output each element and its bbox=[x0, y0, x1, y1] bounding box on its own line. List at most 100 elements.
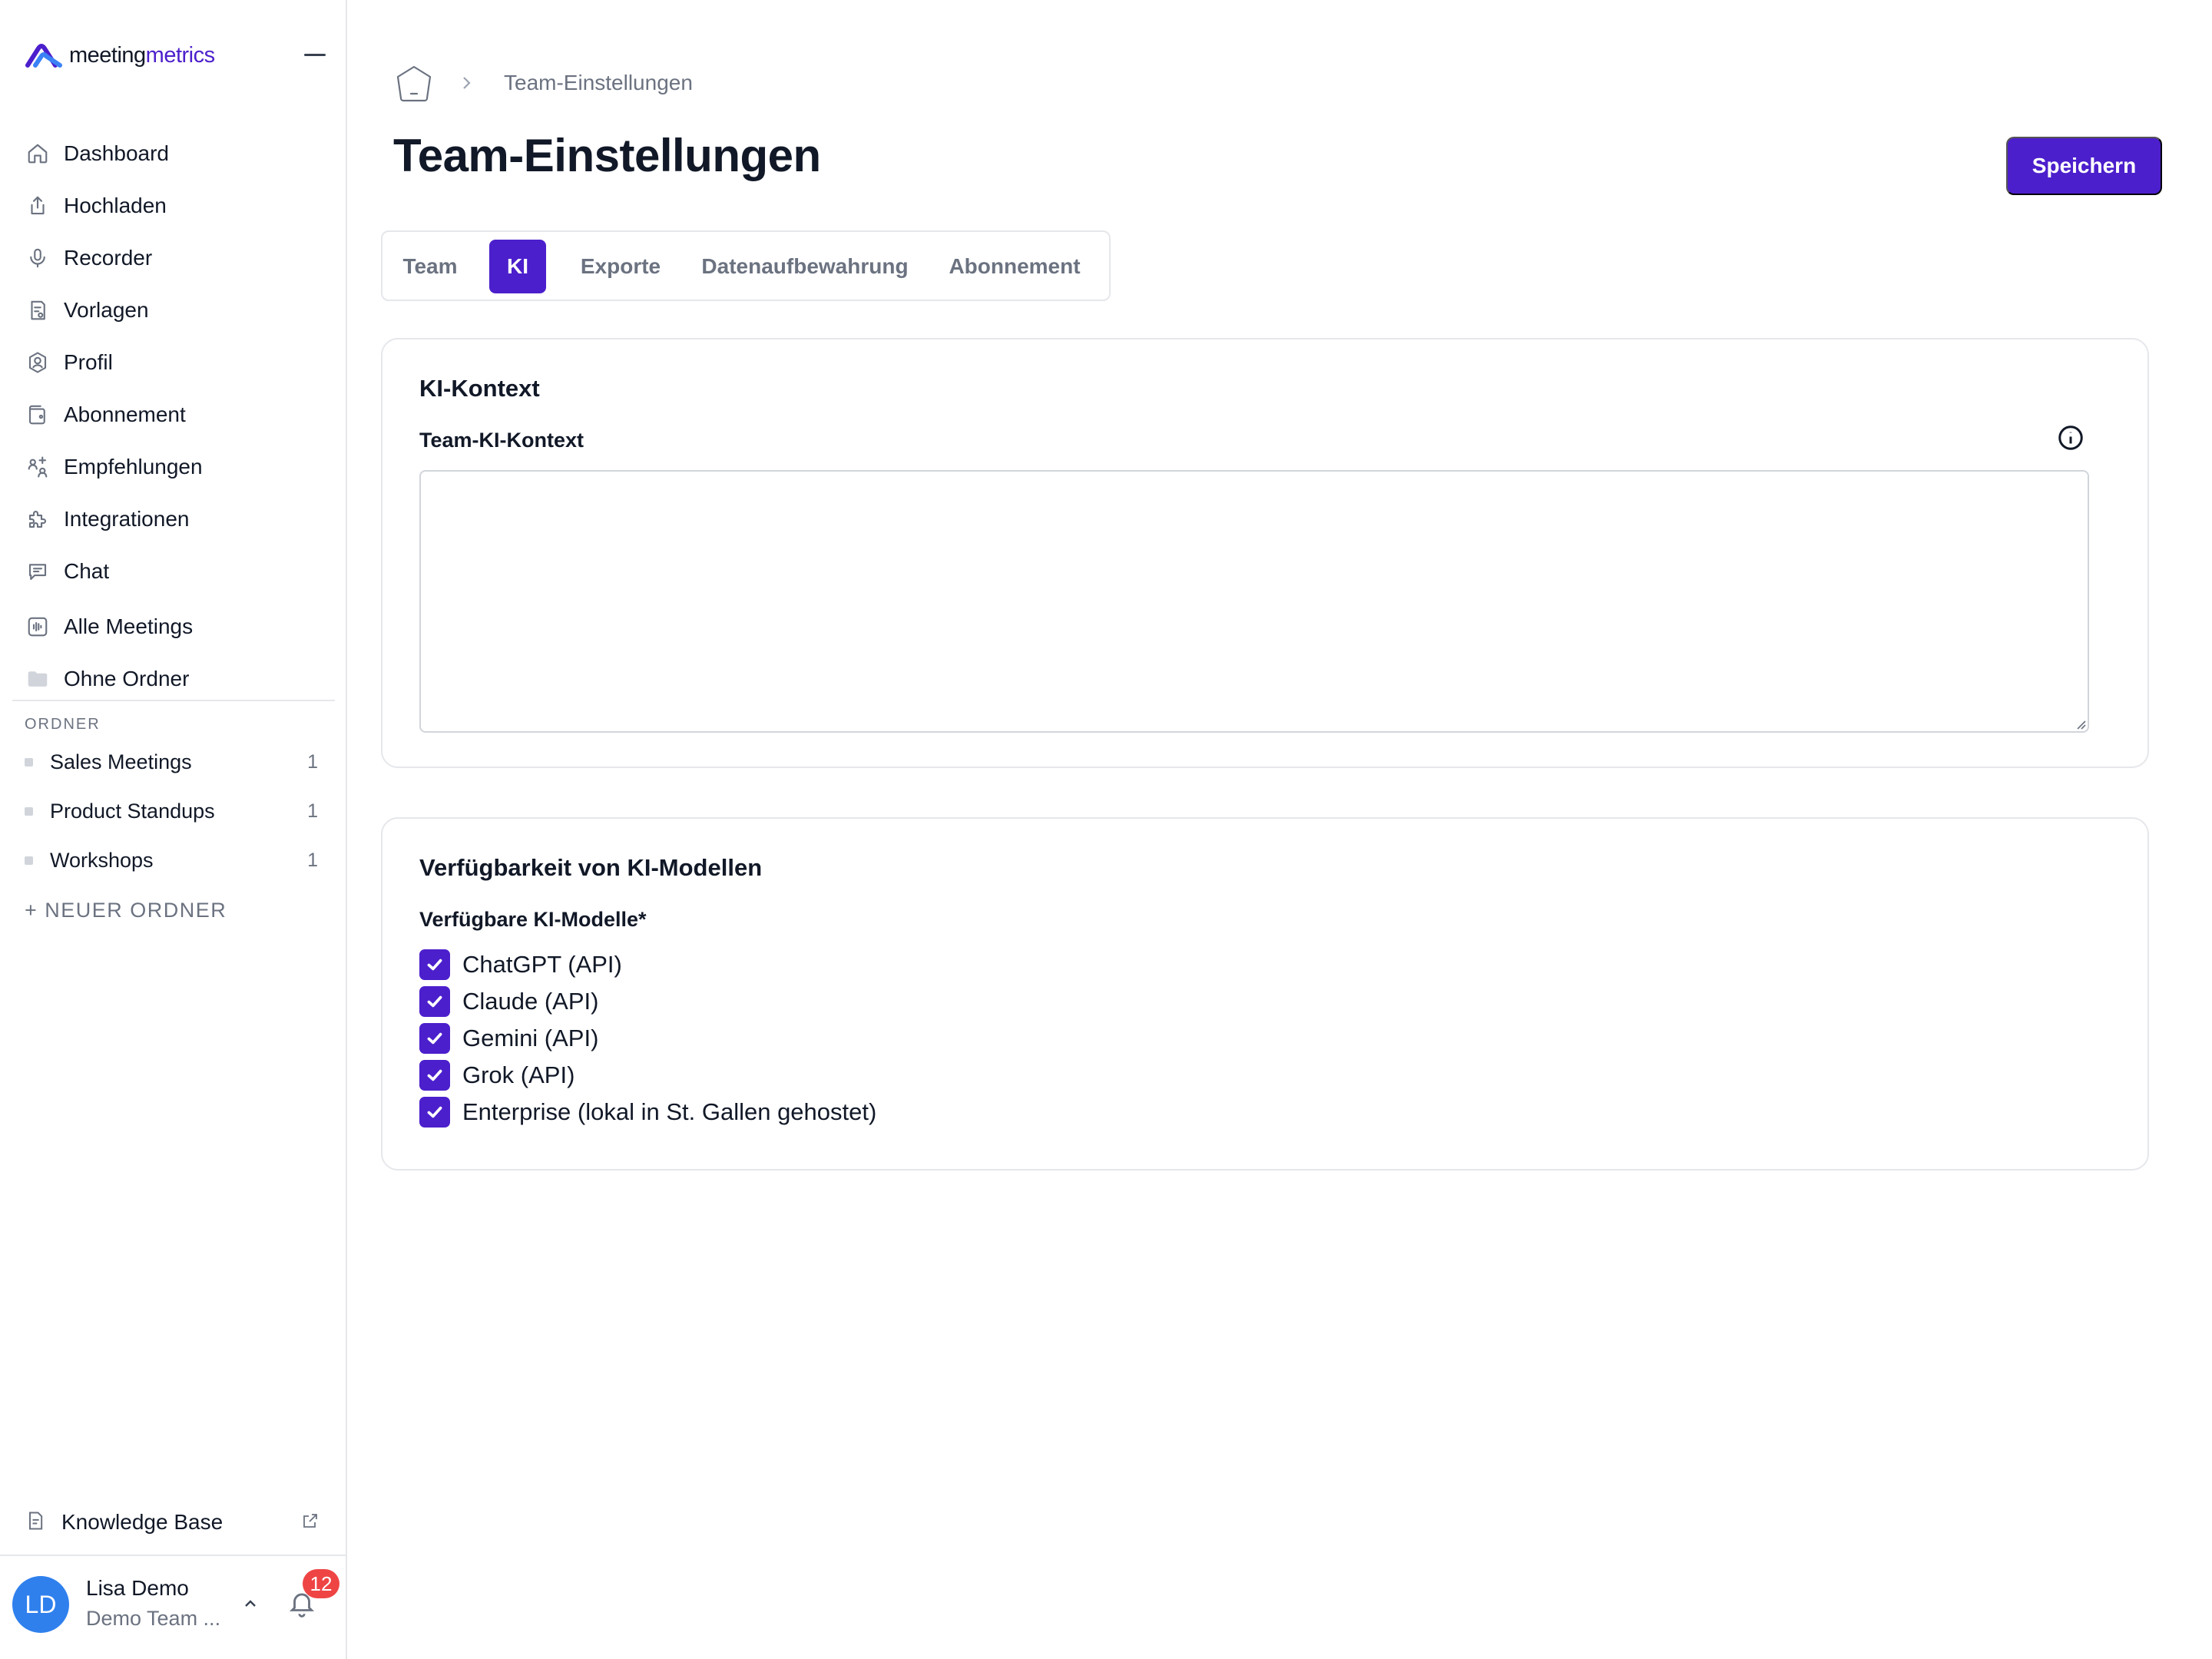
team-ki-context-textarea[interactable] bbox=[419, 470, 2089, 733]
tab-team[interactable]: Team bbox=[392, 240, 469, 293]
external-link-icon bbox=[301, 1512, 335, 1534]
model-option-label: Gemini (API) bbox=[462, 1025, 599, 1051]
ki-models-card: Verfügbarkeit von KI-Modellen Verfügbare… bbox=[381, 817, 2149, 1171]
sidebar-item-label: Dashboard bbox=[64, 141, 169, 165]
folder-item[interactable]: Product Standups 1 bbox=[12, 790, 335, 833]
template-icon bbox=[25, 297, 51, 323]
sidebar-item-label: Ohne Ordner bbox=[64, 667, 190, 690]
folder-label: Product Standups bbox=[50, 799, 215, 823]
referral-icon bbox=[25, 454, 51, 480]
ki-context-card: KI-Kontext Team-KI-Kontext bbox=[381, 338, 2149, 768]
check-icon bbox=[427, 1032, 442, 1045]
collapse-sidebar-button[interactable] bbox=[300, 43, 330, 66]
knowledge-base-label: Knowledge Base bbox=[61, 1510, 224, 1534]
check-icon bbox=[427, 1106, 442, 1118]
folder-count: 1 bbox=[307, 750, 318, 773]
sidebar-item-label: Empfehlungen bbox=[64, 455, 203, 478]
folder-item[interactable]: Sales Meetings 1 bbox=[12, 740, 335, 783]
tab-ki[interactable]: KI bbox=[489, 240, 546, 293]
home-icon bbox=[25, 141, 51, 167]
folder-dot-icon bbox=[25, 806, 33, 816]
folder-label: Sales Meetings bbox=[50, 750, 192, 773]
model-option-grok[interactable]: Grok (API) bbox=[419, 1058, 575, 1092]
model-option-enterprise[interactable]: Enterprise (lokal in St. Gallen gehostet… bbox=[419, 1095, 876, 1129]
minus-icon bbox=[304, 53, 326, 56]
ki-models-label: Verfügbare KI-Modelle* bbox=[419, 908, 647, 931]
checkbox-checked[interactable] bbox=[419, 1060, 450, 1091]
checkbox-checked[interactable] bbox=[419, 986, 450, 1017]
wallet-icon bbox=[25, 402, 51, 428]
sidebar-item-dashboard[interactable]: Dashboard bbox=[12, 131, 335, 177]
resize-handle-icon[interactable] bbox=[2075, 719, 2086, 730]
user-team[interactable]: Demo Team ... bbox=[86, 1607, 220, 1631]
settings-tabs: Team KI Exporte Datenaufbewahrung Abonne… bbox=[381, 230, 1111, 301]
sidebar-item-abonnement[interactable]: Abonnement bbox=[12, 392, 335, 438]
check-icon bbox=[427, 995, 442, 1008]
tab-exporte[interactable]: Exporte bbox=[559, 240, 682, 293]
model-option-claude[interactable]: Claude (API) bbox=[419, 985, 598, 1018]
ki-models-title: Verfügbarkeit von KI-Modellen bbox=[419, 854, 763, 881]
folder-count: 1 bbox=[307, 849, 318, 871]
breadcrumb-home-icon[interactable] bbox=[393, 63, 435, 104]
checkbox-checked[interactable] bbox=[419, 1023, 450, 1054]
sidebar-item-vorlagen[interactable]: Vorlagen bbox=[12, 287, 335, 333]
sidebar-item-label: Abonnement bbox=[64, 402, 186, 426]
document-icon bbox=[25, 1510, 46, 1535]
model-option-chatgpt[interactable]: ChatGPT (API) bbox=[419, 948, 622, 982]
puzzle-icon bbox=[25, 506, 51, 532]
sidebar-item-label: Chat bbox=[64, 559, 110, 583]
check-icon bbox=[427, 959, 442, 971]
folder-label: Workshops bbox=[50, 848, 154, 872]
page-title: Team-Einstellungen bbox=[393, 130, 821, 181]
notification-count-badge: 12 bbox=[303, 1569, 339, 1598]
folder-dot-icon bbox=[25, 856, 33, 865]
team-ki-context-label: Team-KI-Kontext bbox=[419, 429, 584, 452]
ki-context-title: KI-Kontext bbox=[419, 375, 540, 402]
sidebar-item-integrationen[interactable]: Integrationen bbox=[12, 496, 335, 542]
knowledge-base-link[interactable]: Knowledge Base bbox=[12, 1499, 335, 1545]
checkbox-checked[interactable] bbox=[419, 949, 450, 980]
folder-icon bbox=[25, 666, 51, 692]
new-folder-button[interactable]: + NEUER ORDNER bbox=[25, 899, 227, 922]
sidebar-item-label: Alle Meetings bbox=[64, 614, 194, 638]
sidebar-item-hochladen[interactable]: Hochladen bbox=[12, 183, 335, 229]
save-button[interactable]: Speichern bbox=[2006, 137, 2162, 195]
sidebar-item-label: Hochladen bbox=[64, 194, 167, 217]
user-divider bbox=[0, 1555, 347, 1556]
sidebar-divider bbox=[12, 700, 335, 701]
app-root: meetingmetrics Dashboard Hochladen Recor… bbox=[0, 0, 2212, 1659]
check-icon bbox=[427, 1069, 442, 1081]
avatar[interactable]: LD bbox=[12, 1576, 69, 1633]
model-option-label: Claude (API) bbox=[462, 988, 599, 1015]
info-icon[interactable] bbox=[2057, 424, 2085, 452]
brand-logo[interactable]: meetingmetrics bbox=[25, 40, 215, 71]
folder-count: 1 bbox=[307, 800, 318, 822]
sidebar-item-profil[interactable]: Profil bbox=[12, 339, 335, 386]
upload-icon bbox=[25, 193, 51, 219]
breadcrumb-chevron-icon bbox=[459, 74, 475, 92]
user-name[interactable]: Lisa Demo bbox=[86, 1576, 189, 1601]
model-option-label: Grok (API) bbox=[462, 1061, 575, 1088]
model-option-label: ChatGPT (API) bbox=[462, 951, 622, 978]
folder-item[interactable]: Workshops 1 bbox=[12, 839, 335, 882]
profile-icon bbox=[25, 349, 51, 376]
sidebar-item-alle-meetings[interactable]: Alle Meetings bbox=[12, 604, 335, 650]
sidebar-item-ohne-ordner[interactable]: Ohne Ordner bbox=[12, 656, 335, 702]
model-option-gemini[interactable]: Gemini (API) bbox=[419, 1022, 598, 1055]
model-option-label: Enterprise (lokal in St. Gallen gehostet… bbox=[462, 1098, 877, 1125]
folders-heading: ORDNER bbox=[25, 716, 101, 733]
logo-mark-icon bbox=[25, 44, 62, 68]
sidebar-item-empfehlungen[interactable]: Empfehlungen bbox=[12, 444, 335, 490]
tab-abonnement[interactable]: Abonnement bbox=[929, 240, 1100, 293]
chevron-up-icon[interactable] bbox=[241, 1594, 260, 1613]
sidebar-item-label: Vorlagen bbox=[64, 298, 149, 322]
chat-icon bbox=[25, 558, 51, 584]
sidebar-item-recorder[interactable]: Recorder bbox=[12, 235, 335, 281]
microphone-icon bbox=[25, 245, 51, 271]
sidebar-item-chat[interactable]: Chat bbox=[12, 548, 335, 594]
tab-datenaufbewahrung[interactable]: Datenaufbewahrung bbox=[690, 240, 920, 293]
checkbox-checked[interactable] bbox=[419, 1097, 450, 1128]
sidebar-item-label: Profil bbox=[64, 350, 113, 374]
brand-name: meetingmetrics bbox=[69, 42, 215, 68]
breadcrumb[interactable]: Team-Einstellungen bbox=[504, 71, 693, 95]
